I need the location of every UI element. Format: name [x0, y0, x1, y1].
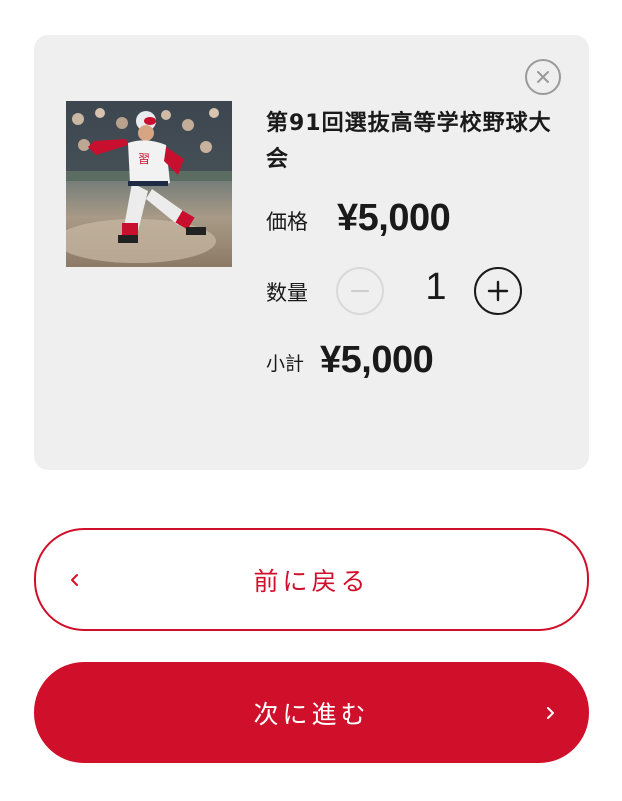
- product-image: 習: [66, 101, 232, 267]
- quantity-decrease-button[interactable]: [336, 267, 384, 315]
- remove-item-button[interactable]: [525, 59, 561, 95]
- plus-icon: [487, 280, 509, 302]
- quantity-increase-button[interactable]: [474, 267, 522, 315]
- product-title: 第91回選抜高等学校野球大会: [266, 111, 552, 172]
- back-button[interactable]: 前に戻る: [34, 528, 589, 631]
- chevron-left-icon: [70, 573, 80, 587]
- minus-icon: [350, 289, 370, 293]
- quantity-label: 数量: [266, 281, 308, 305]
- svg-text:習: 習: [138, 152, 150, 166]
- next-button[interactable]: 次に進む: [34, 662, 589, 763]
- close-icon: [537, 71, 549, 83]
- subtotal-value: ¥5,000: [320, 339, 434, 381]
- back-button-label: 前に戻る: [253, 566, 370, 596]
- chevron-right-icon: [545, 706, 555, 720]
- subtotal-label: 小計: [266, 353, 305, 375]
- quantity-value: 1: [425, 266, 447, 308]
- price-label: 価格: [266, 210, 308, 234]
- next-button-label: 次に進む: [253, 699, 370, 729]
- price-value: ¥5,000: [337, 197, 451, 239]
